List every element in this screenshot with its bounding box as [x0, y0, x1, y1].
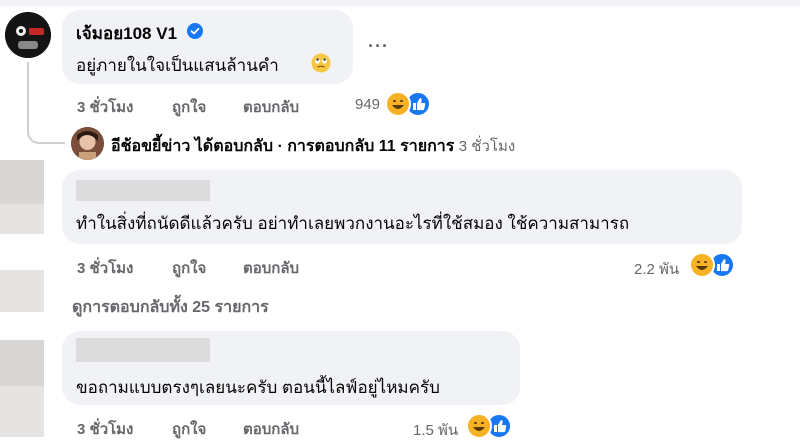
redacted-author-name	[76, 180, 210, 201]
avatar[interactable]	[5, 12, 51, 58]
comment-text: อยู่ภายในใจเป็นแสนล้านคำ	[76, 56, 279, 75]
more-options-icon[interactable]: ···	[368, 36, 389, 57]
comment-bubble: เจ้มอย108 V1 อยู่ภายในใจเป็นแสนล้านคำ	[62, 10, 353, 84]
reply-summary-action: ได้ตอบกลับ	[194, 138, 273, 155]
haha-reaction-icon	[385, 91, 411, 117]
like-button[interactable]: ถูกใจ	[172, 417, 206, 441]
like-button[interactable]: ถูกใจ	[172, 95, 206, 119]
top-divider	[0, 0, 800, 6]
comment-time[interactable]: 3 ชั่วโมง	[77, 95, 133, 119]
comment-bubble: ขอถามแบบตรงๆเลยนะครับ ตอนนี้ไลฟ์อยู่ไหมค…	[62, 331, 520, 405]
view-replies-link[interactable]: ดูการตอบกลับทั้ง 25 รายการ	[72, 295, 269, 320]
comment-time[interactable]: 3 ชั่วโมง	[77, 256, 133, 280]
redacted-author-name	[76, 338, 210, 362]
reply-summary[interactable]: อีช้อขยี้ข่าว ได้ตอบกลับ · การตอบกลับ 11…	[111, 134, 515, 159]
rolling-eyes-emoji-icon	[311, 53, 331, 78]
redacted-avatar	[0, 340, 44, 386]
comment-author[interactable]: เจ้มอย108 V1	[76, 20, 177, 47]
redacted-avatar-edge	[0, 204, 44, 234]
redacted-avatar-edge	[0, 386, 44, 437]
reply-summary-author[interactable]: อีช้อขยี้ข่าว	[111, 138, 190, 155]
verified-badge-icon	[187, 23, 203, 44]
like-button[interactable]: ถูกใจ	[172, 256, 206, 280]
reaction-count[interactable]: 949	[355, 96, 380, 113]
thread-connector	[27, 62, 65, 144]
redacted-thread-edge	[0, 270, 44, 312]
reply-summary-time: 3 ชั่วโมง	[458, 138, 516, 155]
reply-author-avatar[interactable]	[71, 127, 104, 160]
reply-button[interactable]: ตอบกลับ	[243, 417, 299, 441]
redacted-avatar	[0, 160, 44, 204]
haha-reaction-icon	[466, 413, 492, 439]
reaction-count[interactable]: 2.2 พัน	[634, 257, 679, 281]
haha-reaction-icon	[689, 252, 715, 278]
comment-text: ทำในสิ่งที่ถนัดดีแล้วครับ อย่าทำเลยพวกงา…	[76, 214, 630, 233]
comment-text: ขอถามแบบตรงๆเลยนะครับ ตอนนี้ไลฟ์อยู่ไหมค…	[76, 378, 440, 397]
reply-summary-separator: ·	[277, 138, 283, 155]
reply-button[interactable]: ตอบกลับ	[243, 95, 299, 119]
reply-button[interactable]: ตอบกลับ	[243, 256, 299, 280]
reaction-count[interactable]: 1.5 พัน	[413, 418, 458, 442]
reply-summary-count[interactable]: การตอบกลับ 11 รายการ	[287, 138, 454, 155]
comment-time[interactable]: 3 ชั่วโมง	[77, 417, 133, 441]
comment-bubble: ทำในสิ่งที่ถนัดดีแล้วครับ อย่าทำเลยพวกงา…	[62, 170, 742, 244]
